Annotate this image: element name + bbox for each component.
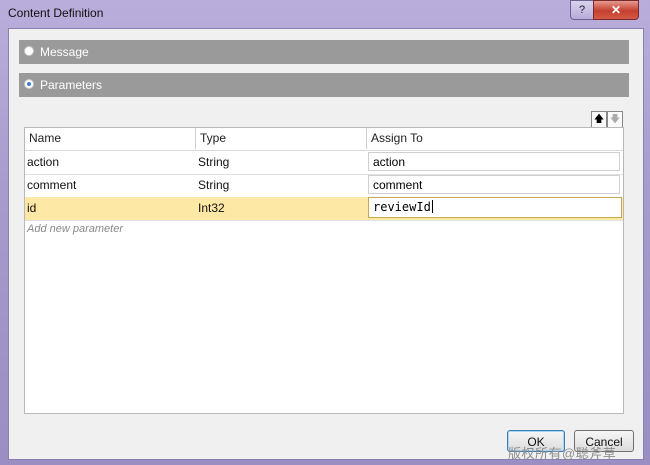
title-bar[interactable]: Content Definition ? ✕ <box>0 0 650 28</box>
assign-to-input-editing[interactable]: reviewId <box>368 197 622 218</box>
cell-name[interactable]: id <box>25 197 196 220</box>
message-option[interactable]: Message <box>19 40 629 64</box>
move-up-button[interactable]: 🡅 <box>591 111 607 128</box>
parameters-option[interactable]: Parameters <box>19 73 629 97</box>
reorder-toolbar: 🡅 🡇 <box>591 111 623 128</box>
parameters-grid: Name Type Assign To action String action… <box>24 127 624 414</box>
text-caret <box>431 200 433 213</box>
cell-type[interactable]: String <box>196 151 367 174</box>
add-new-parameter-row[interactable]: Add new parameter <box>27 223 123 235</box>
watermark-text: 版权所有@聪斧草 <box>508 446 617 461</box>
column-header-name[interactable]: Name <box>25 128 196 149</box>
message-option-label: Message <box>40 45 89 59</box>
table-row-selected[interactable]: id Int32 reviewId <box>25 197 623 221</box>
assign-to-value: reviewId <box>373 200 431 214</box>
parameters-radio[interactable] <box>24 79 34 89</box>
grid-header: Name Type Assign To <box>25 128 623 151</box>
cell-type[interactable]: String <box>196 174 367 197</box>
assign-to-input[interactable]: action <box>368 152 620 171</box>
cell-type[interactable]: Int32 <box>196 197 367 220</box>
table-row[interactable]: comment String comment <box>25 174 623 198</box>
parameters-option-label: Parameters <box>40 78 103 92</box>
cell-name[interactable]: comment <box>25 174 196 197</box>
message-radio[interactable] <box>24 46 34 56</box>
cell-name[interactable]: action <box>25 151 196 174</box>
column-header-type[interactable]: Type <box>196 128 367 149</box>
help-button[interactable]: ? <box>570 0 594 20</box>
dialog-window: Content Definition ? ✕ Message Parameter… <box>0 0 650 465</box>
move-down-button[interactable]: 🡇 <box>607 111 623 128</box>
window-title: Content Definition <box>8 6 104 20</box>
assign-to-input[interactable]: comment <box>368 175 620 194</box>
column-header-assign-to[interactable]: Assign To <box>367 128 623 149</box>
dialog-content: Message Parameters 🡅 🡇 Name Type Assign … <box>8 28 644 460</box>
close-button[interactable]: ✕ <box>593 0 639 20</box>
table-row[interactable]: action String action <box>25 151 623 175</box>
